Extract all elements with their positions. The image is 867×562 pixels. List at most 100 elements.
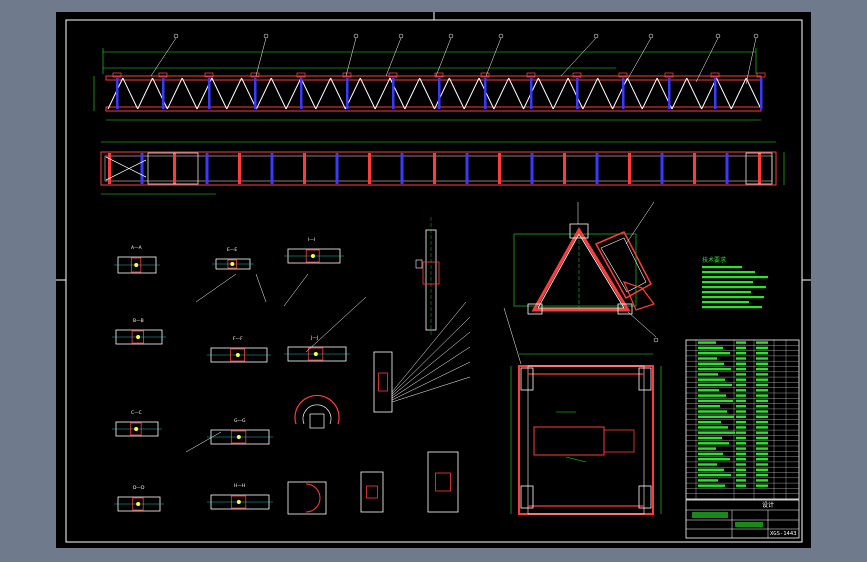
parts-list-entry <box>698 352 730 355</box>
diagonal-member <box>730 77 747 110</box>
vertical-post <box>668 78 671 109</box>
part-balloon <box>263 33 269 39</box>
parts-list-entry <box>698 357 717 360</box>
parts-list-entry <box>736 367 746 371</box>
plan-cross-member <box>303 153 306 184</box>
plan-cross-member <box>368 153 371 184</box>
clamp-insert <box>366 485 378 499</box>
note-text-line <box>702 296 764 299</box>
note-text-line <box>702 286 766 289</box>
leader-line <box>391 346 471 399</box>
parts-list-entry <box>736 447 746 450</box>
leader-line <box>485 37 502 77</box>
part-balloon <box>498 33 504 39</box>
diagonal-member <box>463 77 480 110</box>
bolt-mark <box>134 427 139 431</box>
clamp-insert <box>435 472 451 492</box>
plan-cross-member <box>173 153 176 184</box>
section-label: J—J <box>310 335 318 341</box>
truss-plan-view <box>100 141 785 195</box>
diagonal-member <box>641 77 658 110</box>
leader-line <box>385 37 402 77</box>
plan-cross-member <box>205 153 209 184</box>
parts-list-entry <box>698 479 718 482</box>
ring-hub <box>309 413 325 429</box>
leader-line <box>695 37 719 83</box>
bolt-mark <box>236 500 241 504</box>
diagonal-member <box>671 77 688 110</box>
leader-line <box>345 37 357 77</box>
diagonal-member <box>211 77 228 110</box>
parts-list-entry <box>698 442 729 445</box>
diagonal-member <box>493 77 510 110</box>
diagonal-member <box>315 77 332 110</box>
parts-list-entry <box>698 420 721 424</box>
parts-list-entry <box>736 394 746 397</box>
parts-list-entry <box>698 431 735 434</box>
parts-list-entry <box>736 431 746 434</box>
parts-list-entry <box>736 452 746 456</box>
bolt-mark <box>236 435 241 439</box>
bolt-mark <box>230 262 235 266</box>
parts-list-entry <box>698 447 716 450</box>
vertical-post <box>576 78 579 109</box>
part-balloon <box>398 33 404 39</box>
parts-list-entry <box>736 373 746 376</box>
parts-list-entry <box>698 378 725 381</box>
diagonal-member <box>508 77 524 110</box>
diagonal-member <box>255 77 272 110</box>
note-text-line <box>702 266 742 269</box>
parts-list-entry <box>736 383 746 387</box>
parts-list-entry <box>698 473 731 477</box>
parts-list-entry <box>736 346 746 350</box>
parts-list-entry <box>698 405 720 408</box>
parts-list-entry <box>756 394 768 397</box>
plan-cross-member <box>725 153 729 184</box>
parts-list-entry <box>756 426 768 429</box>
diagonal-member <box>567 77 584 110</box>
diagonal-member <box>582 77 599 110</box>
vertical-post <box>714 78 717 109</box>
diagonal-member <box>122 77 139 110</box>
drawing-sheet[interactable]: A—A B—B C—C D—D E—E F—F G—G H—H I—I J—J <box>56 12 811 548</box>
vertical-post <box>254 78 257 109</box>
part-balloon <box>753 33 759 39</box>
notes-title: 技术要求 <box>702 256 726 264</box>
section-label: E—E <box>227 247 237 253</box>
note-text-line <box>702 301 749 304</box>
parts-list-entry <box>698 346 723 350</box>
plan-cross-member <box>108 153 111 184</box>
diagonal-member <box>745 77 762 110</box>
parts-list-entry <box>736 468 746 471</box>
bolt-mark <box>136 335 141 339</box>
parts-list-entry <box>698 468 724 471</box>
parts-list-entry <box>756 378 768 381</box>
parts-list-entry <box>756 383 768 387</box>
parts-list-entry <box>736 458 746 461</box>
bracket-arc <box>305 483 321 513</box>
diagonal-member <box>285 77 302 110</box>
bolt-mark <box>310 254 315 258</box>
parts-list-entry <box>736 378 746 381</box>
vertical-post <box>162 78 165 109</box>
part-balloon <box>715 33 721 39</box>
diagonal-member <box>716 77 732 110</box>
outer-frame <box>65 19 803 543</box>
ring-detail <box>294 394 340 425</box>
parts-list-entry <box>756 399 768 403</box>
bolt-mark <box>313 352 318 356</box>
parts-list-entry <box>698 415 734 418</box>
part-balloon <box>353 33 359 39</box>
parts-list-entry <box>736 399 746 403</box>
parts-list-entry <box>698 463 717 466</box>
parts-list-entry <box>736 410 746 413</box>
diagonal-member <box>107 77 124 110</box>
parts-list-entry <box>698 458 730 461</box>
plan-cross-member <box>595 153 599 184</box>
parts-list-entry <box>736 484 746 487</box>
truss-assembly-drawing: A—AB—BC—CD—DE—EF—FG—GH—HI—IJ—J 技术要求 设计 X… <box>56 12 811 543</box>
leader-line <box>255 37 267 77</box>
diagonal-member <box>330 77 346 110</box>
section-label: A—A <box>131 245 143 251</box>
ring-detail-inner <box>302 404 332 425</box>
